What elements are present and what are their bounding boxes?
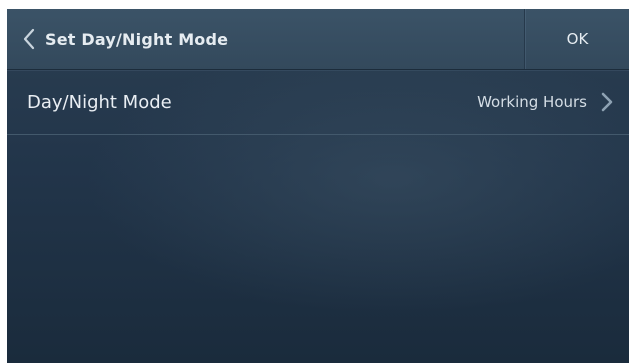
header-bar: Set Day/Night Mode OK — [7, 9, 629, 70]
back-button[interactable]: Set Day/Night Mode — [7, 9, 523, 69]
settings-screen: Set Day/Night Mode OK Day/Night Mode Wor… — [7, 9, 629, 363]
header-divider — [524, 9, 525, 69]
chevron-left-icon — [15, 9, 43, 69]
row-label: Day/Night Mode — [27, 91, 172, 113]
day-night-mode-row[interactable]: Day/Night Mode Working Hours — [7, 70, 629, 135]
page-title: Set Day/Night Mode — [45, 29, 229, 49]
ok-button[interactable]: OK — [526, 9, 629, 69]
row-value: Working Hours — [477, 93, 587, 111]
chevron-right-icon — [599, 92, 615, 112]
